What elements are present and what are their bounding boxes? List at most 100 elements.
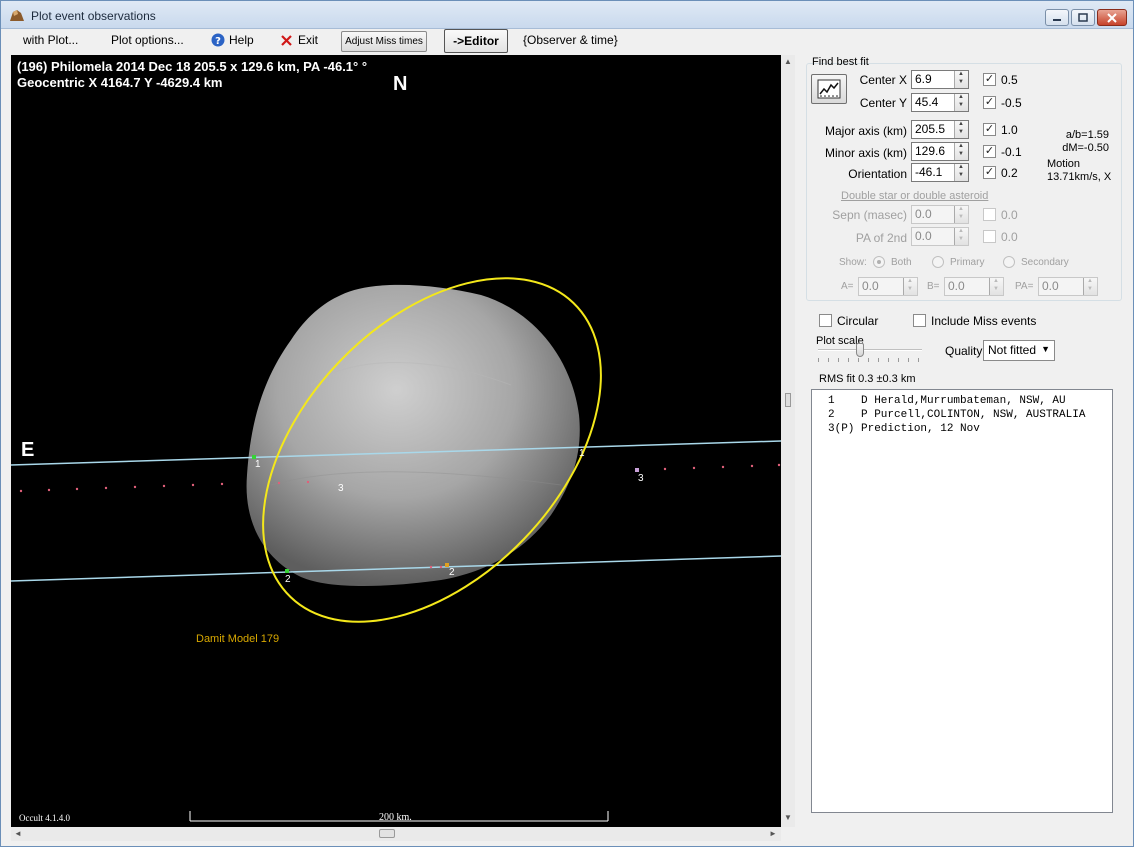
center-x-checkbox[interactable]: ✓ bbox=[983, 73, 996, 86]
plot-scale-thumb[interactable] bbox=[856, 343, 864, 357]
show-primary-label: Primary bbox=[950, 257, 985, 268]
center-y-delta: -0.5 bbox=[1001, 96, 1022, 110]
minor-axis-value: 129.6 bbox=[915, 144, 946, 158]
show-both-label: Both bbox=[891, 257, 912, 268]
adjust-miss-times-button[interactable]: Adjust Miss times bbox=[341, 31, 427, 52]
quality-label: Quality bbox=[945, 344, 983, 358]
show-primary-radio[interactable] bbox=[932, 256, 944, 268]
pa-spinner[interactable]: ▲ ▼ bbox=[1083, 278, 1097, 295]
center-x-delta: 0.5 bbox=[1001, 73, 1018, 87]
menu-with-plot[interactable]: with Plot... bbox=[23, 33, 78, 47]
pa2-input[interactable]: 0.0 ▲ ▼ bbox=[911, 227, 969, 246]
include-miss-checkbox[interactable] bbox=[913, 314, 926, 327]
center-x-label: Center X bbox=[859, 73, 907, 87]
minor-axis-spinner[interactable]: ▲ ▼ bbox=[954, 143, 968, 160]
b-input[interactable]: 0.0 ▲ ▼ bbox=[944, 277, 1004, 296]
chord-label: 1 bbox=[579, 448, 585, 459]
major-axis-label: Major axis (km) bbox=[824, 124, 907, 138]
minor-axis-input[interactable]: 129.6 ▲ ▼ bbox=[911, 142, 969, 161]
list-item[interactable]: 1 D Herald,Murrumbateman, NSW, AU bbox=[812, 394, 1112, 408]
scroll-left-icon[interactable]: ◄ bbox=[14, 829, 22, 838]
b-spinner[interactable]: ▲ ▼ bbox=[989, 278, 1003, 295]
close-icon bbox=[1107, 12, 1117, 23]
scale-label: 200 km. bbox=[379, 812, 412, 823]
show-label: Show: bbox=[839, 257, 867, 268]
b-value: 0.0 bbox=[948, 279, 965, 293]
show-secondary-radio[interactable] bbox=[1003, 256, 1015, 268]
horizontal-scroll-thumb[interactable] bbox=[379, 829, 395, 838]
center-y-value: 45.4 bbox=[915, 95, 939, 109]
exit-icon bbox=[281, 34, 292, 46]
vertical-scrollbar[interactable]: ▲ ▼ bbox=[781, 55, 795, 827]
orientation-spinner[interactable]: ▲ ▼ bbox=[954, 164, 968, 181]
plot-header-line2: Geocentric X 4164.7 Y -4629.4 km bbox=[17, 75, 223, 90]
asteroid-shape-model bbox=[246, 284, 580, 586]
chord-label: 2 bbox=[285, 574, 291, 585]
center-y-input[interactable]: 45.4 ▲ ▼ bbox=[911, 93, 969, 112]
major-axis-delta: 1.0 bbox=[1001, 123, 1018, 137]
b-label: B= bbox=[927, 281, 940, 292]
editor-button[interactable]: ->Editor bbox=[444, 29, 508, 53]
center-x-input[interactable]: 6.9 ▲ ▼ bbox=[911, 70, 969, 89]
a-input[interactable]: 0.0 ▲ ▼ bbox=[858, 277, 918, 296]
pa2-checkbox[interactable] bbox=[983, 230, 996, 243]
minor-axis-checkbox[interactable]: ✓ bbox=[983, 145, 996, 158]
sepn-checkbox[interactable] bbox=[983, 208, 996, 221]
double-star-link[interactable]: Double star or double asteroid bbox=[841, 190, 988, 202]
show-both-radio[interactable] bbox=[873, 256, 885, 268]
pa2-delta: 0.0 bbox=[1001, 230, 1018, 244]
main-window: Plot event observations with Plot... Plo… bbox=[0, 0, 1134, 847]
close-button[interactable] bbox=[1097, 9, 1127, 26]
sepn-input[interactable]: 0.0 ▲ ▼ bbox=[911, 205, 969, 224]
orientation-checkbox[interactable]: ✓ bbox=[983, 166, 996, 179]
scroll-up-icon[interactable]: ▲ bbox=[784, 57, 792, 66]
pa2-spinner[interactable]: ▲ ▼ bbox=[954, 228, 968, 245]
a-value: 0.0 bbox=[862, 279, 879, 293]
orientation-input[interactable]: -46.1 ▲ ▼ bbox=[911, 163, 969, 182]
major-axis-value: 205.5 bbox=[915, 122, 946, 136]
list-item[interactable]: 2 P Purcell,COLINTON, NSW, AUSTRALIA bbox=[812, 408, 1112, 422]
scroll-right-icon[interactable]: ► bbox=[769, 829, 777, 838]
svg-text:?: ? bbox=[215, 36, 221, 47]
sepn-label: Sepn (masec) bbox=[832, 208, 907, 222]
include-miss-label: Include Miss events bbox=[931, 314, 1037, 328]
north-label: N bbox=[393, 73, 408, 95]
splitter-handle[interactable] bbox=[785, 393, 791, 407]
list-item[interactable]: 3(P) Prediction, 12 Nov bbox=[812, 422, 1112, 436]
horizontal-scrollbar[interactable]: ◄ ► bbox=[11, 827, 781, 841]
center-y-spinner[interactable]: ▲ ▼ bbox=[954, 94, 968, 111]
chord-label: 3 bbox=[338, 483, 344, 494]
motion-value: 13.71km/s, X bbox=[1047, 171, 1112, 183]
plot-header: (196) Philomela 2014 Dec 18 205.5 x 129.… bbox=[17, 59, 367, 91]
pa-input[interactable]: 0.0 ▲ ▼ bbox=[1038, 277, 1098, 296]
major-axis-input[interactable]: 205.5 ▲ ▼ bbox=[911, 120, 969, 139]
ab-ratio: a/b=1.59 bbox=[1065, 129, 1109, 141]
a-label: A= bbox=[841, 281, 854, 292]
plot-scale-slider[interactable] bbox=[818, 349, 922, 351]
scroll-down-icon[interactable]: ▼ bbox=[784, 813, 792, 822]
menu-plot-options[interactable]: Plot options... bbox=[111, 33, 184, 47]
minimize-button[interactable] bbox=[1045, 9, 1069, 26]
orientation-delta: 0.2 bbox=[1001, 166, 1018, 180]
app-icon bbox=[10, 10, 24, 21]
center-x-spinner[interactable]: ▲ ▼ bbox=[954, 71, 968, 88]
menu-observer-time[interactable]: {Observer & time} bbox=[523, 33, 618, 47]
major-axis-spinner[interactable]: ▲ ▼ bbox=[954, 121, 968, 138]
plot-header-line1: (196) Philomela 2014 Dec 18 205.5 x 129.… bbox=[17, 59, 368, 74]
title-bar: Plot event observations bbox=[1, 1, 1133, 29]
quality-select[interactable]: Not fitted ▼ bbox=[983, 340, 1055, 361]
motion-label: Motion bbox=[1047, 158, 1081, 170]
observer-list[interactable]: 1 D Herald,Murrumbateman, NSW, AU 2 P Pu… bbox=[811, 389, 1113, 813]
sepn-spinner[interactable]: ▲ ▼ bbox=[954, 206, 968, 223]
rms-fit-label: RMS fit 0.3 ±0.3 km bbox=[819, 373, 916, 385]
major-axis-checkbox[interactable]: ✓ bbox=[983, 123, 996, 136]
maximize-button[interactable] bbox=[1071, 9, 1095, 26]
circular-label: Circular bbox=[837, 314, 879, 328]
plot-canvas[interactable]: (196) Philomela 2014 Dec 18 205.5 x 129.… bbox=[11, 55, 781, 827]
center-y-checkbox[interactable]: ✓ bbox=[983, 96, 996, 109]
circular-checkbox[interactable] bbox=[819, 314, 832, 327]
menu-exit[interactable]: Exit bbox=[281, 33, 318, 47]
menu-help-label: Help bbox=[229, 33, 254, 47]
a-spinner[interactable]: ▲ ▼ bbox=[903, 278, 917, 295]
menu-help[interactable]: ? Help bbox=[211, 33, 254, 47]
